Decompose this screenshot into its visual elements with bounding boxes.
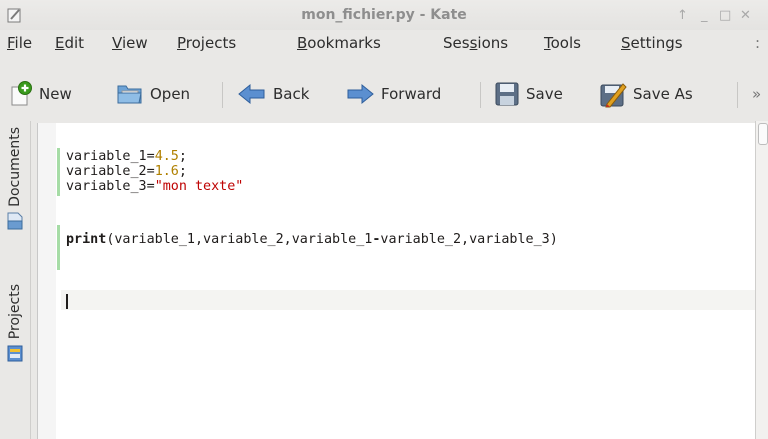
menu-view[interactable]: View xyxy=(112,34,148,52)
menu-bar: File Edit View Projects Bookmarks Sessio… xyxy=(0,34,768,58)
back-label: Back xyxy=(273,85,310,103)
forward-arrow-icon xyxy=(347,83,374,105)
code-line-3: variable_3="mon texte" xyxy=(66,179,244,194)
forward-button[interactable]: Forward xyxy=(345,79,441,109)
code-line-2: variable_2=1.6; xyxy=(66,164,187,179)
menu-overflow[interactable]: : xyxy=(755,34,760,52)
minimize-button[interactable]: _ xyxy=(701,8,708,23)
new-button[interactable]: New xyxy=(9,79,72,109)
save-label: Save xyxy=(526,85,563,103)
menu-settings[interactable]: Settings xyxy=(621,34,683,52)
menu-sessions[interactable]: Sessions xyxy=(443,34,508,52)
window-title: mon_fichier.py - Kate xyxy=(301,7,467,23)
menu-file[interactable]: File xyxy=(7,34,32,52)
toolbar-overflow-button[interactable]: » xyxy=(752,79,761,109)
scrollbar-thumb[interactable] xyxy=(758,123,768,145)
toolbar-separator xyxy=(480,82,481,108)
close-button[interactable]: ✕ xyxy=(740,8,751,23)
back-button[interactable]: Back xyxy=(237,79,309,109)
save-as-label: Save As xyxy=(633,85,693,103)
save-icon xyxy=(495,82,519,106)
main-toolbar: New Open Back Forward Save Save As » xyxy=(0,70,768,120)
projects-icon xyxy=(7,345,23,362)
current-line-highlight xyxy=(61,290,756,310)
tab-projects[interactable]: Projects xyxy=(2,284,28,363)
tab-documents[interactable]: Documents xyxy=(2,127,28,231)
save-button[interactable]: Save xyxy=(494,79,563,109)
open-label: Open xyxy=(150,85,191,103)
forward-label: Forward xyxy=(381,85,442,103)
back-arrow-icon xyxy=(238,83,265,105)
menu-tools[interactable]: Tools xyxy=(544,34,581,52)
menu-edit[interactable]: Edit xyxy=(55,34,84,52)
save-as-button[interactable]: Save As xyxy=(599,79,693,109)
menu-bookmarks[interactable]: Bookmarks xyxy=(297,34,381,52)
toolbar-separator xyxy=(222,82,223,108)
save-as-icon xyxy=(600,83,627,108)
text-cursor xyxy=(66,294,68,309)
vertical-scrollbar[interactable] xyxy=(755,121,768,439)
new-document-icon xyxy=(11,81,32,106)
open-button[interactable]: Open xyxy=(116,79,190,109)
code-line-print: print(variable_1,variable_2,variable_1-v… xyxy=(66,232,558,247)
title-bar[interactable]: mon_fichier.py - Kate ↑ _ □ ✕ xyxy=(0,0,768,30)
toolbar-separator xyxy=(737,82,738,108)
maximize-button[interactable]: □ xyxy=(719,8,731,23)
documents-icon xyxy=(7,212,23,230)
left-sidebar: Documents Projects xyxy=(0,121,31,439)
documents-label: Documents xyxy=(7,127,23,207)
code-editor[interactable]: variable_1=4.5; variable_2=1.6; variable… xyxy=(37,123,756,439)
modified-line-marker xyxy=(57,225,60,270)
menu-projects[interactable]: Projects xyxy=(177,34,236,52)
editor-gutter xyxy=(38,123,56,439)
projects-label: Projects xyxy=(7,284,23,340)
modified-line-marker xyxy=(57,148,60,196)
open-folder-icon xyxy=(117,85,142,104)
code-line-1: variable_1=4.5; xyxy=(66,149,187,164)
new-label: New xyxy=(39,85,72,103)
keep-above-icon[interactable]: ↑ xyxy=(677,8,688,23)
